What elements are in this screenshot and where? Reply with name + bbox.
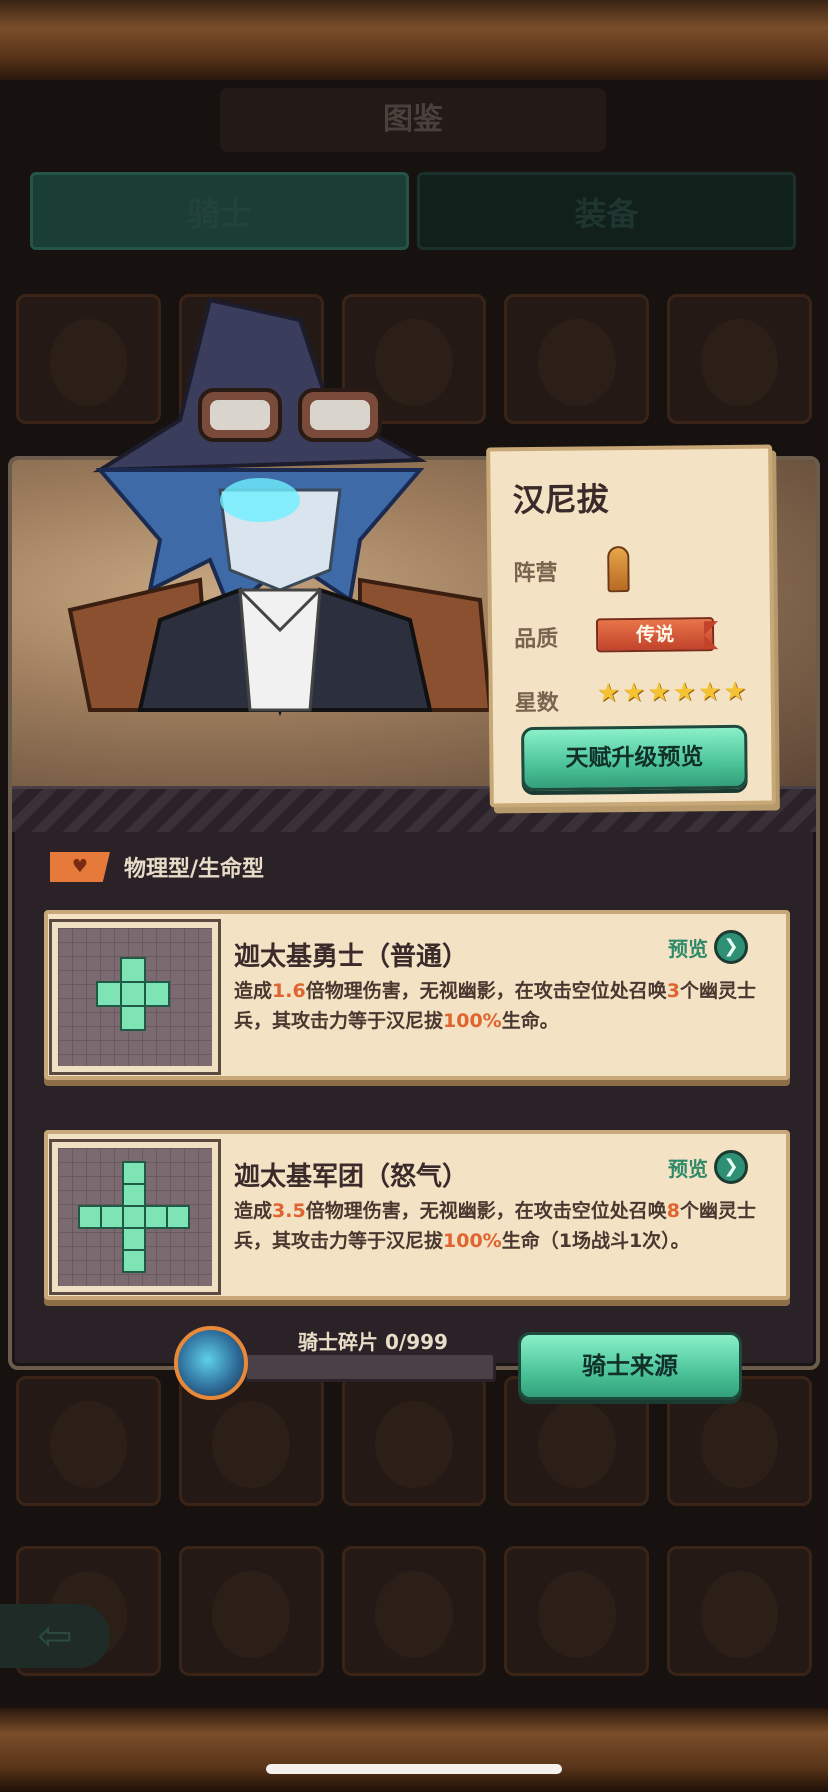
quality-badge: 传说 — [595, 617, 715, 653]
star-icon: ★ — [697, 677, 722, 708]
skill-name: 迦太基勇士（普通） — [234, 942, 469, 972]
bg-card-row — [16, 1546, 812, 1676]
chevron-right-icon[interactable]: ❯ — [714, 930, 748, 964]
skill-name: 迦太基军团（怒气） — [234, 1162, 469, 1192]
preview-label[interactable]: 预览 — [668, 933, 708, 962]
bg-knight-card[interactable] — [341, 1376, 487, 1506]
camp-label: 阵营 — [513, 560, 558, 587]
bullet-icon — [607, 546, 630, 593]
page-title: 图鉴 — [220, 88, 606, 152]
star-icon: ★ — [672, 677, 697, 708]
knight-name: 汉尼拔 — [512, 480, 609, 520]
stars-label: 星数 — [514, 690, 559, 717]
bg-knight-card[interactable] — [504, 1546, 650, 1676]
skill-shape-icon — [52, 1142, 218, 1292]
knight-avatar — [174, 1326, 248, 1400]
tab-equipment[interactable]: 装备 — [417, 172, 796, 250]
wood-frame-bottom — [0, 1708, 828, 1792]
preview-label[interactable]: 预览 — [668, 1153, 708, 1182]
knight-type-text: 物理型/生命型 — [124, 857, 265, 882]
quality-banner-tail — [703, 621, 719, 650]
tab-bar: 骑士 装备 — [30, 172, 796, 250]
star-icon: ★ — [647, 677, 671, 708]
home-indicator[interactable] — [266, 1764, 562, 1774]
skill-shape-icon — [52, 922, 218, 1072]
skill-description: 造成1.6倍物理伤害，无视幽影，在攻击空位处召唤3个幽灵士兵，其攻击力等于汉尼拔… — [234, 980, 756, 1032]
back-arrow-icon[interactable]: ⇦ — [0, 1604, 110, 1668]
skill-card-rage: 迦太基军团（怒气） 预览 ❯ 造成3.5倍物理伤害，无视幽影，在攻击空位处召唤8… — [44, 1130, 790, 1300]
skill-description: 造成3.5倍物理伤害，无视幽影，在攻击空位处召唤8个幽灵士兵，其攻击力等于汉尼拔… — [234, 1200, 756, 1252]
wood-frame-top — [0, 0, 828, 80]
star-icon: ★ — [621, 677, 646, 709]
small-cross-icon — [96, 957, 170, 1031]
quality-label: 品质 — [514, 626, 559, 653]
knight-type-row: ♥ 物理型/生命型 — [50, 850, 264, 884]
star-icon: ★ — [723, 676, 747, 708]
big-cross-icon — [78, 1161, 190, 1273]
bg-knight-card[interactable] — [667, 1546, 812, 1676]
bg-knight-card[interactable] — [667, 294, 812, 424]
skill-card-normal: 迦太基勇士（普通） 预览 ❯ 造成1.6倍物理伤害，无视幽影，在攻击空位处召唤3… — [44, 910, 790, 1080]
knight-portrait — [67, 297, 493, 717]
knight-info-card: 汉尼拔 阵营 品质 传说 星数 ★ ★ ★ ★ ★ ★ 天赋升级预览 — [486, 444, 776, 808]
heart-plus-icon: ♥ — [50, 852, 110, 882]
tab-knights[interactable]: 骑士 — [30, 172, 409, 250]
bg-knight-card[interactable] — [16, 1376, 161, 1506]
skill-preview-link[interactable]: 预览 ❯ — [668, 930, 748, 964]
bg-knight-card[interactable] — [341, 1546, 487, 1676]
shards-progress-bar — [244, 1352, 496, 1382]
bg-knight-card[interactable] — [504, 294, 650, 424]
bg-knight-card[interactable] — [178, 1546, 324, 1676]
shards-label: 骑士碎片 0/999 — [298, 1330, 448, 1354]
chevron-right-icon[interactable]: ❯ — [714, 1150, 748, 1184]
skill-preview-link[interactable]: 预览 ❯ — [668, 1150, 748, 1184]
star-rating: ★ ★ ★ ★ ★ ★ — [597, 677, 747, 709]
star-icon: ★ — [596, 678, 621, 709]
talent-upgrade-preview-button[interactable]: 天赋升级预览 — [521, 724, 748, 792]
knight-source-button[interactable]: 骑士来源 — [518, 1332, 742, 1400]
